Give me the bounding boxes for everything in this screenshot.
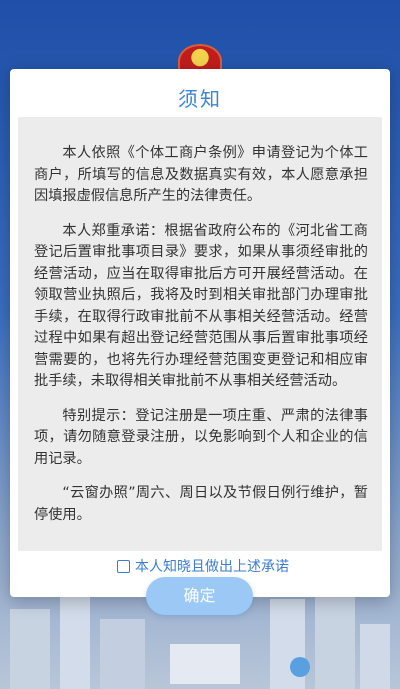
- confirm-button[interactable]: 确定: [146, 577, 253, 615]
- notice-paragraph-3: 特别提示：登记注册是一项庄重、严肃的法律事项，请勿随意登录注册，以免影响到个人和…: [34, 407, 368, 467]
- notice-dialog: 须知 本人依照《个体工商户条例》申请登记为个体工商户，所填写的信息及数据真实有效…: [10, 69, 390, 597]
- dialog-title: 须知: [178, 87, 222, 111]
- notice-paragraph-1: 本人依照《个体工商户条例》申请登记为个体工商户，所填写的信息及数据真实有效，本人…: [34, 145, 368, 204]
- notice-content: 本人依照《个体工商户条例》申请登记为个体工商户，所填写的信息及数据真实有效，本人…: [18, 117, 382, 551]
- notice-paragraph-2: 本人郑重承诺：根据省政府公布的《河北省工商登记后置审批事项目录》要求，如果从事须…: [34, 222, 368, 390]
- agree-checkbox-row[interactable]: 本人知晓且做出上述承诺: [117, 556, 289, 576]
- notice-paragraph-4: “云窗办照”周六、周日以及节假日例行维护，暂停使用。: [34, 485, 368, 523]
- agree-label: 本人知晓且做出上述承诺: [135, 559, 289, 575]
- checkbox-unchecked-icon[interactable]: [117, 559, 130, 573]
